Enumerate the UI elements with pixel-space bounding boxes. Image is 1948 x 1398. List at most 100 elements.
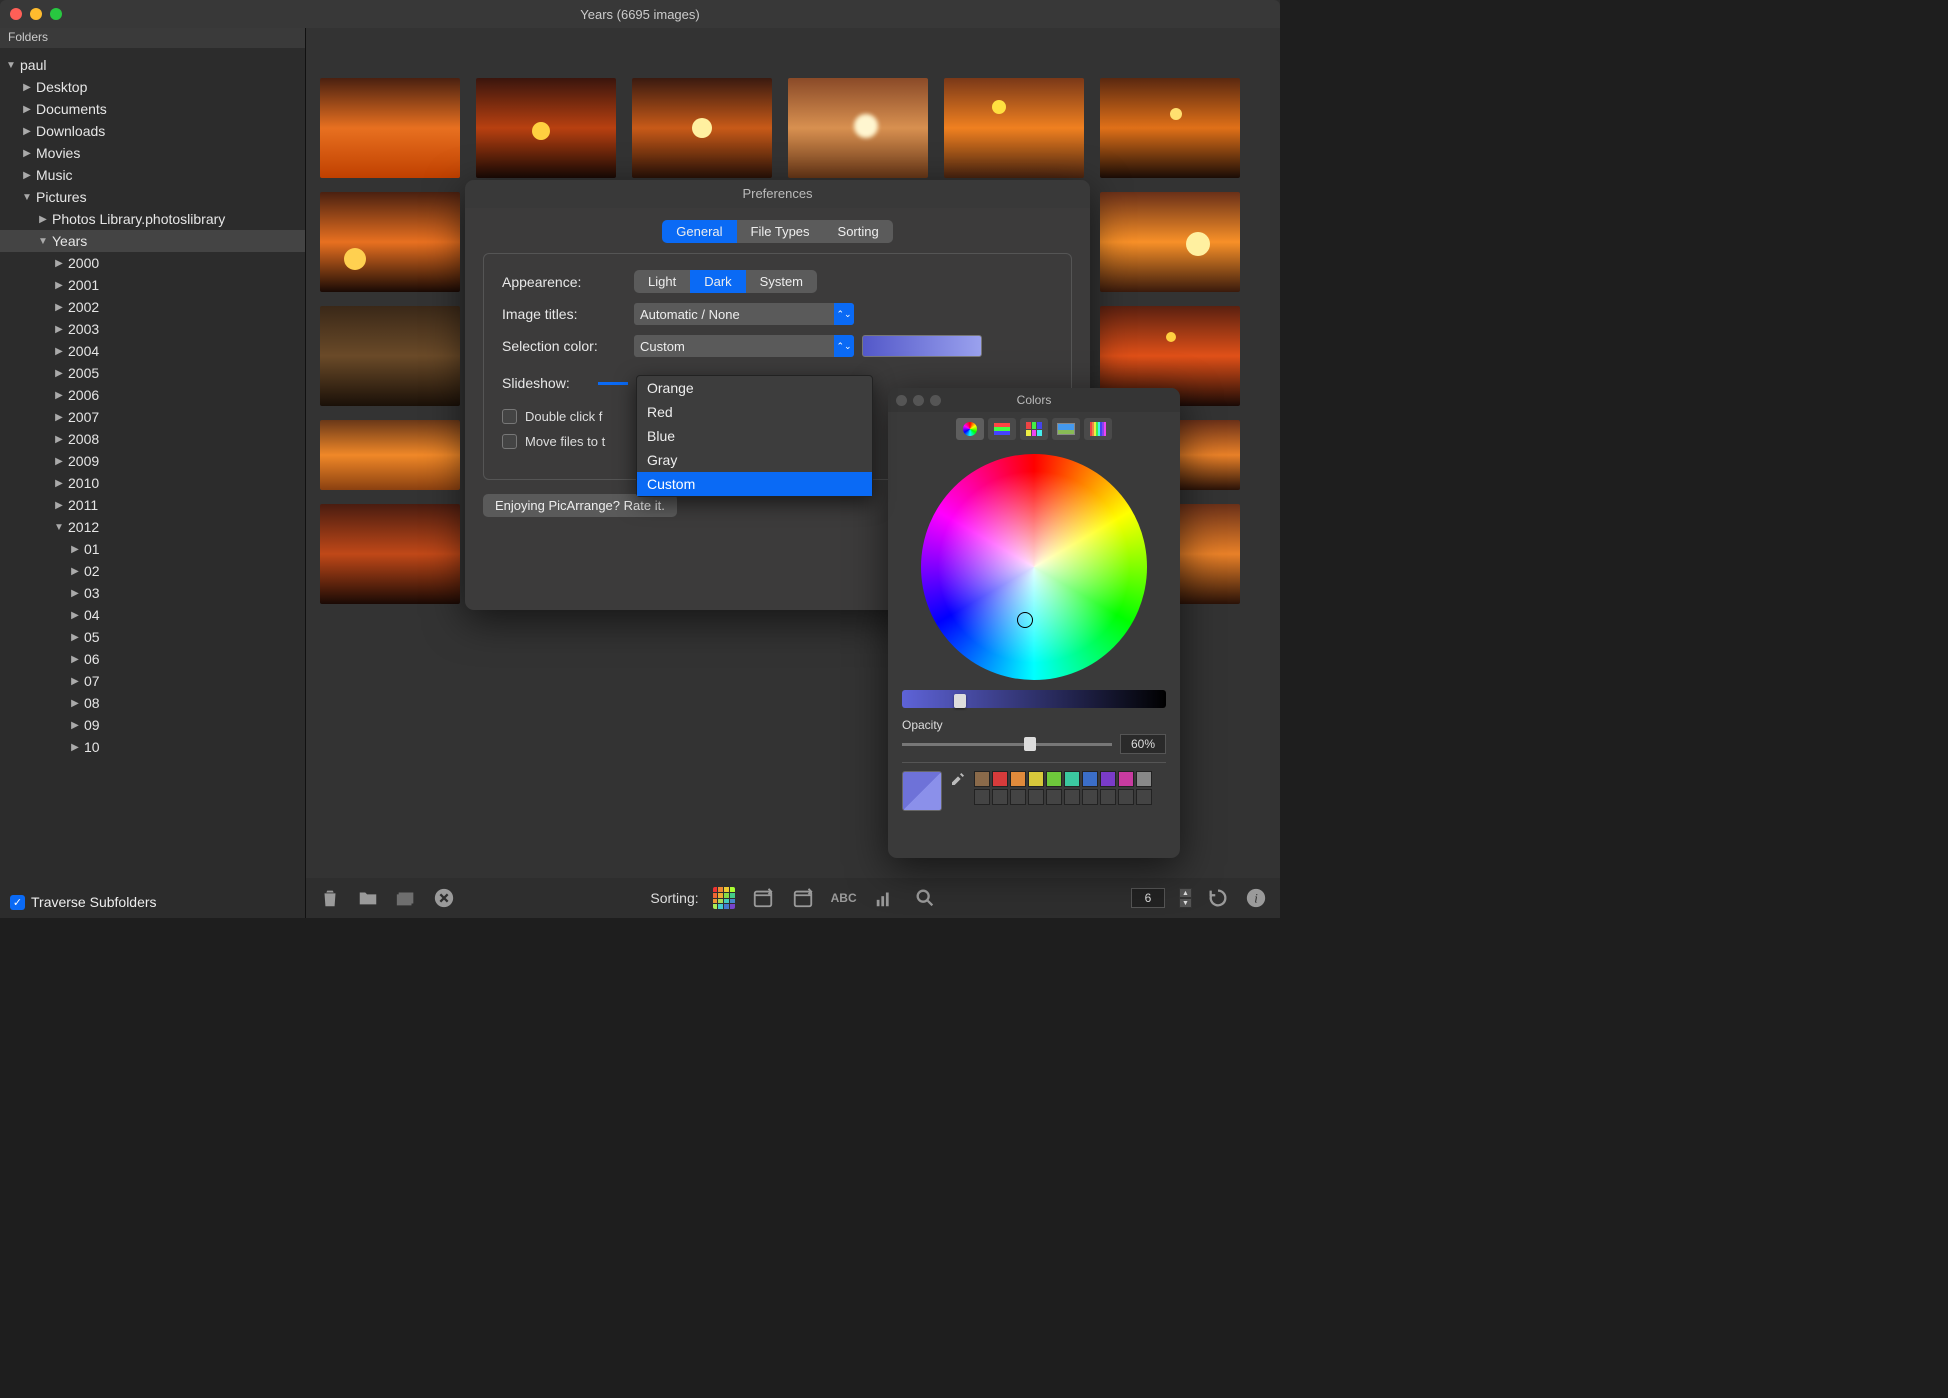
sort-by-name-icon[interactable]: ABC — [831, 886, 857, 910]
tree-item-month[interactable]: ▶05 — [0, 626, 305, 648]
color-swatch[interactable] — [974, 789, 990, 805]
image-titles-dropdown[interactable]: Automatic / None ⌃⌄ — [634, 303, 854, 325]
thumbnail[interactable] — [320, 504, 460, 604]
color-swatch[interactable] — [1100, 789, 1116, 805]
dropdown-option-blue[interactable]: Blue — [637, 424, 872, 448]
color-swatch[interactable] — [1136, 789, 1152, 805]
thumbnail[interactable] — [788, 78, 928, 178]
opacity-value[interactable]: 60% — [1120, 734, 1166, 754]
brightness-slider[interactable] — [902, 690, 1166, 708]
appearance-dark[interactable]: Dark — [690, 270, 745, 293]
color-swatch[interactable] — [1064, 771, 1080, 787]
opacity-slider[interactable] — [902, 743, 1112, 746]
stack-icon[interactable] — [394, 886, 418, 910]
tab-general[interactable]: General — [662, 220, 736, 243]
tree-item-desktop[interactable]: ▶Desktop — [0, 76, 305, 98]
thumbnail[interactable] — [320, 306, 460, 406]
color-sliders-tab-icon[interactable] — [988, 418, 1016, 440]
color-swatch[interactable] — [1028, 771, 1044, 787]
rate-button[interactable]: Enjoying PicArrange? Rate it. — [483, 494, 677, 517]
search-icon[interactable] — [913, 886, 937, 910]
selection-color-dropdown[interactable]: Custom ⌃⌄ — [634, 335, 854, 357]
tree-item-month[interactable]: ▶08 — [0, 692, 305, 714]
tree-item-year-2012[interactable]: ▼2012 — [0, 516, 305, 538]
tree-item-month[interactable]: ▶10 — [0, 736, 305, 758]
color-swatch[interactable] — [992, 771, 1008, 787]
info-icon[interactable]: i — [1244, 886, 1268, 910]
tree-item-year[interactable]: ▶2008 — [0, 428, 305, 450]
tree-root[interactable]: ▼paul — [0, 54, 305, 76]
sort-by-size-icon[interactable] — [873, 886, 897, 910]
color-swatch[interactable] — [1118, 771, 1134, 787]
thumbnail[interactable] — [632, 78, 772, 178]
thumbnail[interactable] — [1100, 78, 1240, 178]
color-swatch[interactable] — [1082, 771, 1098, 787]
sort-by-date-desc-icon[interactable] — [751, 886, 775, 910]
color-swatch[interactable] — [1010, 771, 1026, 787]
columns-field[interactable] — [1131, 888, 1165, 908]
color-swatch[interactable] — [1082, 789, 1098, 805]
tree-item-year[interactable]: ▶2010 — [0, 472, 305, 494]
traverse-subfolders-checkbox[interactable]: ✓ Traverse Subfolders — [10, 894, 157, 910]
color-pencils-tab-icon[interactable] — [1084, 418, 1112, 440]
refresh-icon[interactable] — [1206, 886, 1230, 910]
color-swatch[interactable] — [1046, 789, 1062, 805]
color-image-tab-icon[interactable] — [1052, 418, 1080, 440]
tree-item-year[interactable]: ▶2000 — [0, 252, 305, 274]
tree-item-movies[interactable]: ▶Movies — [0, 142, 305, 164]
color-wheel-tab-icon[interactable] — [956, 418, 984, 440]
sort-by-color-icon[interactable] — [713, 887, 735, 909]
tree-item-year[interactable]: ▶2002 — [0, 296, 305, 318]
current-color-swatch[interactable] — [902, 771, 942, 811]
appearance-light[interactable]: Light — [634, 270, 690, 293]
eyedropper-icon[interactable] — [950, 771, 966, 787]
color-swatch[interactable] — [1100, 771, 1116, 787]
thumbnail[interactable] — [320, 420, 460, 490]
color-swatch[interactable] — [992, 789, 1008, 805]
color-wheel[interactable] — [921, 454, 1147, 680]
columns-stepper[interactable]: ▲▼ — [1179, 888, 1192, 908]
cancel-icon[interactable] — [432, 886, 456, 910]
tree-item-year[interactable]: ▶2006 — [0, 384, 305, 406]
tree-item-year[interactable]: ▶2011 — [0, 494, 305, 516]
tree-item-month[interactable]: ▶07 — [0, 670, 305, 692]
dropdown-option-gray[interactable]: Gray — [637, 448, 872, 472]
tree-item-downloads[interactable]: ▶Downloads — [0, 120, 305, 142]
thumbnail[interactable] — [944, 78, 1084, 178]
slideshow-slider[interactable] — [598, 382, 628, 385]
tree-item-year[interactable]: ▶2004 — [0, 340, 305, 362]
appearance-system[interactable]: System — [746, 270, 817, 293]
slider-knob[interactable] — [1024, 737, 1036, 751]
tree-item-month[interactable]: ▶02 — [0, 560, 305, 582]
color-swatch[interactable] — [1064, 789, 1080, 805]
movefiles-checkbox[interactable] — [502, 434, 517, 449]
tab-filetypes[interactable]: File Types — [737, 220, 824, 243]
thumbnail[interactable] — [320, 192, 460, 292]
color-swatch[interactable] — [1046, 771, 1062, 787]
dropdown-option-custom[interactable]: Custom — [637, 472, 872, 496]
slider-knob[interactable] — [954, 694, 966, 708]
tree-item-year[interactable]: ▶2003 — [0, 318, 305, 340]
tab-sorting[interactable]: Sorting — [824, 220, 893, 243]
tree-item-documents[interactable]: ▶Documents — [0, 98, 305, 120]
tree-item-year[interactable]: ▶2009 — [0, 450, 305, 472]
sort-by-date-asc-icon[interactable] — [791, 886, 815, 910]
tree-item-month[interactable]: ▶09 — [0, 714, 305, 736]
trash-icon[interactable] — [318, 886, 342, 910]
tree-item-year[interactable]: ▶2005 — [0, 362, 305, 384]
tree-item-month[interactable]: ▶06 — [0, 648, 305, 670]
color-swatch[interactable] — [1028, 789, 1044, 805]
dropdown-option-red[interactable]: Red — [637, 400, 872, 424]
thumbnail[interactable] — [476, 78, 616, 178]
color-swatch[interactable] — [1010, 789, 1026, 805]
tree-item-month[interactable]: ▶03 — [0, 582, 305, 604]
tree-item-music[interactable]: ▶Music — [0, 164, 305, 186]
thumbnail[interactable] — [320, 78, 460, 178]
tree-item-year[interactable]: ▶2007 — [0, 406, 305, 428]
color-wheel-cursor[interactable] — [1017, 612, 1033, 628]
tree-item-photoslib[interactable]: ▶Photos Library.photoslibrary — [0, 208, 305, 230]
tree-item-pictures[interactable]: ▼Pictures — [0, 186, 305, 208]
selection-color-well[interactable] — [862, 335, 982, 357]
folder-icon[interactable] — [356, 886, 380, 910]
tree-item-year[interactable]: ▶2001 — [0, 274, 305, 296]
